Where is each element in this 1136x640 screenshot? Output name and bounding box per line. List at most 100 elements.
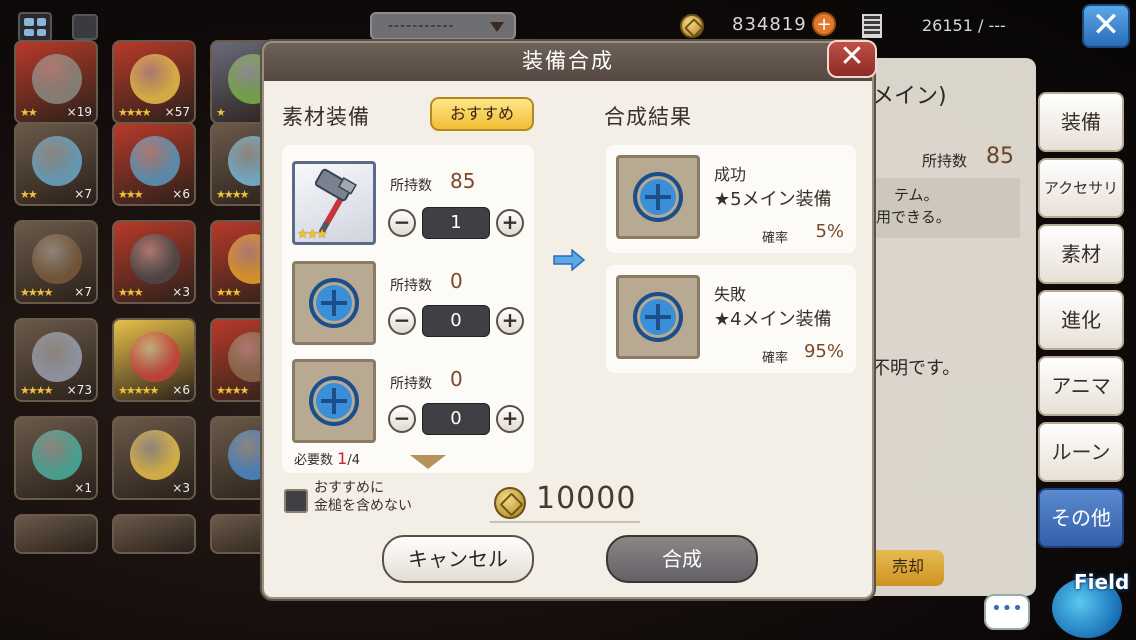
- own-count-label: 所持数: [390, 376, 432, 392]
- result-status: 失敗: [714, 285, 747, 304]
- item-count: ×6: [172, 187, 190, 201]
- item-detail-count: 85: [986, 144, 1014, 169]
- item-detail-panel: メイン) 所持数 85 テム。 用できる。 不明です。 売却: [872, 58, 1036, 596]
- exclude-hammer-label-line: 金槌を含めない: [314, 498, 412, 514]
- quantity-field[interactable]: 0: [422, 403, 490, 435]
- add-circle-icon: [633, 292, 683, 342]
- material-slot-3[interactable]: [292, 359, 376, 443]
- tab-3[interactable]: 進化: [1038, 290, 1124, 350]
- exclude-hammer-label-line: おすすめに: [314, 480, 384, 496]
- coin-icon: [680, 14, 704, 38]
- item-note: 不明です。: [872, 358, 961, 379]
- increase-button[interactable]: +: [496, 307, 524, 335]
- synthesize-button[interactable]: 合成: [606, 535, 758, 583]
- tab-2[interactable]: 素材: [1038, 224, 1124, 284]
- field-button-label: Field: [1074, 570, 1130, 594]
- required-count-current: 1: [337, 449, 348, 468]
- own-count: 0: [450, 269, 463, 293]
- divider: [490, 521, 640, 523]
- cancel-button[interactable]: キャンセル: [382, 535, 534, 583]
- item-count: ×7: [74, 285, 92, 299]
- exclude-hammer-label: おすすめに 金槌を含めない: [314, 479, 434, 515]
- inventory-item[interactable]: ★★ ×7: [14, 122, 98, 206]
- item-art-icon: [32, 136, 82, 186]
- tab-0[interactable]: 装備: [1038, 92, 1124, 152]
- item-count: ×6: [172, 383, 190, 397]
- decrease-button[interactable]: −: [388, 307, 416, 335]
- item-art-icon: [130, 332, 180, 382]
- close-screen-button[interactable]: ✕: [1082, 4, 1130, 48]
- inventory-item[interactable]: ★★★ ×6: [112, 122, 196, 206]
- materials-panel: ★★★ 所持数 85 − 1 + 所持数 0 − 0 + 所持数 0 − 0 +…: [282, 145, 534, 473]
- add-money-button[interactable]: +: [812, 12, 836, 36]
- item-art-icon: [130, 54, 180, 104]
- item-rarity: ★★★★: [20, 384, 53, 397]
- inventory-item[interactable]: ×1: [14, 416, 98, 500]
- chat-button[interactable]: •••: [984, 594, 1030, 630]
- arrow-right-icon: [553, 249, 586, 271]
- decrease-button[interactable]: −: [388, 209, 416, 237]
- item-detail-title: メイン): [872, 84, 947, 109]
- sort-dropdown-value: -----------: [388, 18, 455, 34]
- item-rarity: ★★★★★: [118, 384, 159, 397]
- item-count: ×3: [172, 481, 190, 495]
- decrease-button[interactable]: −: [388, 405, 416, 433]
- item-rarity: ★★: [20, 188, 38, 201]
- increase-button[interactable]: +: [496, 405, 524, 433]
- result-rate: 95%: [803, 341, 844, 362]
- inventory-item[interactable]: ★★★★★ ×6: [112, 318, 196, 402]
- inventory-item[interactable]: ★★ ×19: [14, 40, 98, 124]
- result-slot-success[interactable]: [616, 155, 700, 239]
- quantity-field[interactable]: 1: [422, 207, 490, 239]
- own-count-label: 所持数: [390, 278, 432, 294]
- required-count-label: 必要数: [294, 453, 334, 468]
- required-count: 必要数 1/4: [294, 449, 360, 468]
- synthesis-cost: 10000: [536, 481, 637, 516]
- tab-5[interactable]: ルーン: [1038, 422, 1124, 482]
- increase-button[interactable]: +: [496, 209, 524, 237]
- inventory-item[interactable]: ★★★ ×3: [112, 220, 196, 304]
- inventory-item[interactable]: [112, 514, 196, 554]
- required-count-total: /4: [347, 453, 360, 468]
- money-count: 834819: [732, 14, 807, 35]
- result-title: 合成結果: [604, 105, 692, 129]
- result-slot-failure[interactable]: [616, 275, 700, 359]
- result-success-panel: 成功 ★5メイン装備 確率 5%: [606, 145, 856, 253]
- item-art-icon: [130, 136, 180, 186]
- item-detail-count-label: 所持数: [922, 152, 968, 170]
- item-rarity: ★★★: [118, 286, 144, 299]
- add-circle-icon: [309, 376, 359, 426]
- item-count: ×19: [66, 105, 92, 119]
- sort-dropdown[interactable]: -----------: [370, 12, 516, 40]
- dialog-close-button[interactable]: ✕: [827, 40, 877, 78]
- material-rarity: ★★★: [297, 227, 328, 242]
- material-slot-2[interactable]: [292, 261, 376, 345]
- material-slot-1[interactable]: ★★★: [292, 161, 376, 245]
- tab-1[interactable]: アクセサリ: [1038, 158, 1124, 218]
- quantity-field[interactable]: 0: [422, 305, 490, 337]
- tab-6[interactable]: その他: [1038, 488, 1124, 548]
- item-rarity: ★★★★: [118, 106, 151, 119]
- list-view-icon[interactable]: [72, 14, 98, 40]
- tab-4[interactable]: アニマ: [1038, 356, 1124, 416]
- inventory-item[interactable]: ★★★★ ×73: [14, 318, 98, 402]
- inventory-item[interactable]: ×3: [112, 416, 196, 500]
- field-button[interactable]: Field: [1044, 568, 1136, 640]
- equipment-synthesis-dialog: 装備合成 ✕ 素材装備 おすすめ 合成結果 ★★★ 所持数 85 − 1 + 所…: [262, 40, 877, 599]
- sell-button[interactable]: 売却: [872, 550, 944, 586]
- inventory-item[interactable]: ★★★★ ×7: [14, 220, 98, 304]
- item-rarity: ★★★: [216, 286, 242, 299]
- scroll-down-icon[interactable]: [410, 455, 446, 469]
- add-circle-icon: [633, 172, 683, 222]
- inventory-item[interactable]: ★★★★ ×57: [112, 40, 196, 124]
- recommend-button[interactable]: おすすめ: [430, 97, 534, 131]
- result-rate: 5%: [815, 221, 844, 242]
- storage-icon: [862, 14, 882, 38]
- own-count: 85: [450, 169, 476, 193]
- item-rarity: ★★★★: [216, 188, 249, 201]
- grid-view-icon[interactable]: [18, 12, 52, 42]
- result-item-name: ★5メイン装備: [714, 189, 832, 210]
- item-rarity: ★★★★: [20, 286, 53, 299]
- exclude-hammer-checkbox[interactable]: [284, 489, 308, 513]
- inventory-item[interactable]: [14, 514, 98, 554]
